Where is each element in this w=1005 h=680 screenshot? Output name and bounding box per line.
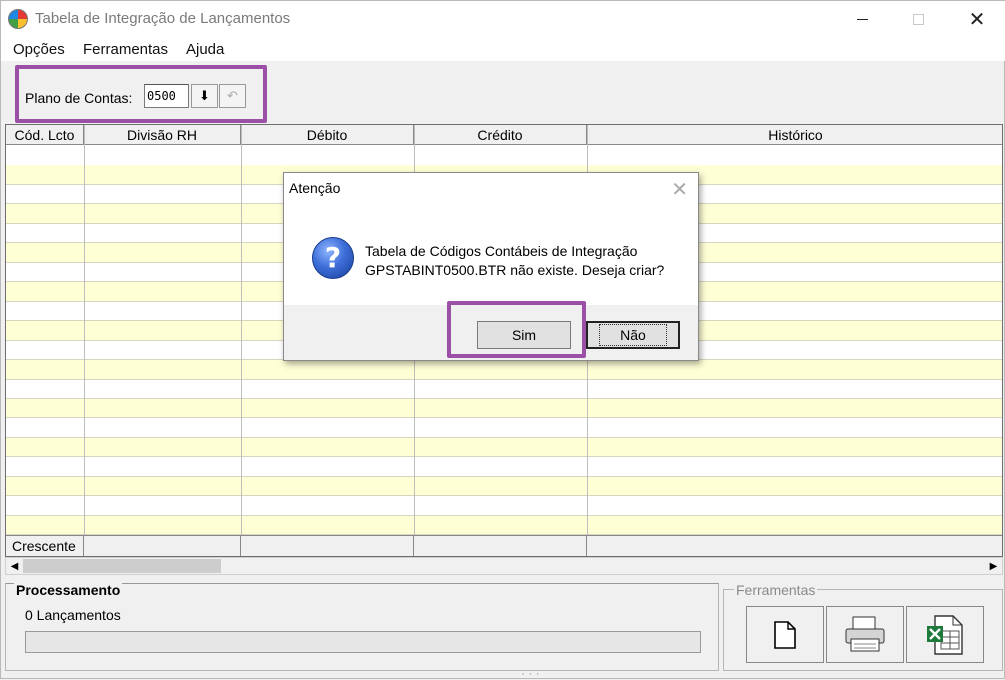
menu-bar: Opções Ferramentas Ajuda <box>1 37 1005 61</box>
ferramentas-title: Ferramentas <box>734 582 818 598</box>
question-icon: ? <box>312 237 354 279</box>
close-button[interactable]: ✕ <box>954 1 1000 37</box>
window-title: Tabela de Integração de Lançamentos <box>35 10 291 27</box>
title-bar: Tabela de Integração de Lançamentos ✕ <box>1 1 1005 37</box>
col-credito[interactable]: Crédito <box>414 125 587 145</box>
processamento-title: Processamento <box>14 582 123 598</box>
col-debito[interactable]: Débito <box>241 125 414 145</box>
undo-icon: ↶ <box>227 88 238 103</box>
table-row[interactable] <box>6 379 1002 399</box>
maximize-button[interactable] <box>895 1 941 37</box>
scroll-right-icon[interactable]: ▶ <box>985 558 1002 574</box>
table-row[interactable] <box>6 457 1002 477</box>
plano-input[interactable]: 0500 <box>144 84 189 108</box>
new-button[interactable] <box>746 606 824 663</box>
scroll-thumb[interactable] <box>23 559 221 573</box>
maximize-icon <box>912 13 924 25</box>
processamento-group: Processamento 0 Lançamentos <box>5 582 719 671</box>
grid-header: Cód. Lcto Divisão RH Débito Crédito Hist… <box>6 125 1002 145</box>
dialog-title: Atenção <box>289 180 341 196</box>
grid-divider <box>84 125 85 535</box>
background-window-fragment: · · · <box>521 666 540 680</box>
yes-button[interactable]: Sim <box>477 321 571 349</box>
footer-cell <box>414 536 587 556</box>
dialog-message-line2: GPSTABINT0500.BTR não existe. Deseja cri… <box>365 262 665 278</box>
table-row[interactable] <box>6 359 1002 380</box>
grid-divider <box>241 125 242 535</box>
dialog-message: Tabela de Códigos Contábeis de Integraçã… <box>365 242 664 280</box>
load-button[interactable]: ⬇ <box>191 84 218 108</box>
grid-footer: Crescente <box>6 535 1002 556</box>
scroll-left-icon[interactable]: ◀ <box>6 558 23 574</box>
no-button[interactable]: Não <box>586 321 680 349</box>
dialog-button-bar: Sim Não <box>284 305 698 360</box>
plano-label: Plano de Contas: <box>25 90 133 106</box>
new-document-icon <box>774 620 796 649</box>
printer-icon <box>845 616 885 651</box>
undo-button[interactable]: ↶ <box>219 84 246 108</box>
col-historico[interactable]: Histórico <box>587 125 1002 145</box>
table-row[interactable] <box>6 418 1002 438</box>
app-logo-icon <box>8 9 28 29</box>
menu-ajuda[interactable]: Ajuda <box>186 41 224 58</box>
col-cod-lcto[interactable]: Cód. Lcto <box>6 125 84 145</box>
table-row[interactable] <box>6 476 1002 497</box>
footer-cell <box>587 536 1002 556</box>
table-row[interactable] <box>6 146 1002 166</box>
excel-export-icon <box>927 614 963 655</box>
plano-toolbar: Plano de Contas: 0500 ⬇ ↶ <box>5 64 271 124</box>
lancamentos-count: 0 Lançamentos <box>25 607 121 623</box>
table-row[interactable] <box>6 496 1002 516</box>
table-row[interactable] <box>6 515 1002 536</box>
footer-cell <box>241 536 414 556</box>
ferramentas-group: Ferramentas <box>723 582 1003 671</box>
minimize-icon <box>856 18 868 20</box>
table-row[interactable] <box>6 437 1002 458</box>
footer-cell <box>84 536 241 556</box>
footer-sort[interactable]: Crescente <box>6 536 84 556</box>
progress-bar <box>25 631 701 653</box>
horizontal-scrollbar[interactable]: ◀ ▶ <box>5 557 1003 575</box>
print-button[interactable] <box>826 606 904 663</box>
no-button-label: Não <box>599 324 667 346</box>
col-divisao-rh[interactable]: Divisão RH <box>84 125 241 145</box>
download-icon: ⬇ <box>199 88 210 103</box>
menu-ferramentas[interactable]: Ferramentas <box>83 41 168 58</box>
menu-opcoes[interactable]: Opções <box>13 41 65 58</box>
attention-dialog: Atenção ✕ ? Tabela de Códigos Contábeis … <box>283 172 699 361</box>
table-row[interactable] <box>6 398 1002 419</box>
dialog-message-line1: Tabela de Códigos Contábeis de Integraçã… <box>365 243 638 259</box>
excel-button[interactable] <box>906 606 984 663</box>
dialog-close-icon[interactable]: ✕ <box>671 177 688 202</box>
minimize-button[interactable] <box>839 1 885 37</box>
